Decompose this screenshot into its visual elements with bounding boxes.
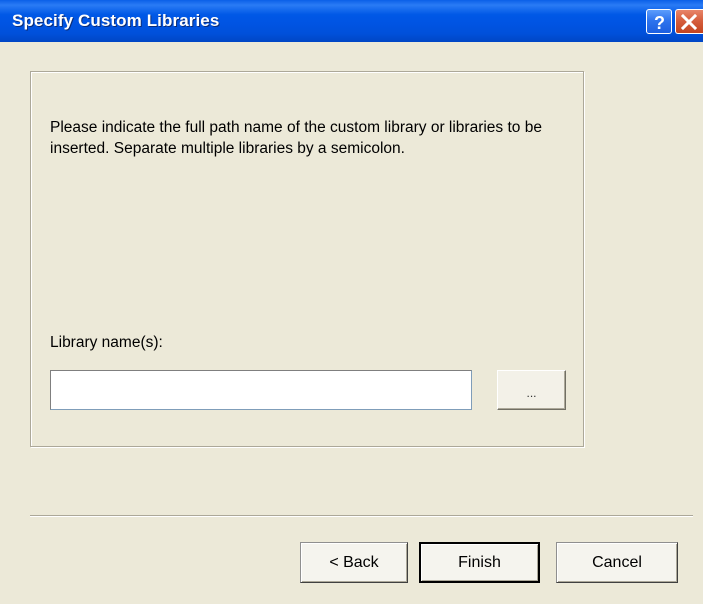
dialog-window: Specify Custom Libraries ? Please indica… <box>0 0 703 604</box>
footer-separator <box>30 515 693 517</box>
title-bar[interactable]: Specify Custom Libraries ? <box>0 0 703 42</box>
close-icon <box>680 13 698 31</box>
window-title: Specify Custom Libraries <box>12 11 220 30</box>
library-name-input[interactable] <box>50 370 472 410</box>
help-glyph: ? <box>654 13 665 33</box>
close-button[interactable] <box>675 9 703 34</box>
library-name-label: Library name(s): <box>50 334 163 351</box>
back-button[interactable]: < Back <box>300 542 408 583</box>
cancel-button[interactable]: Cancel <box>556 542 678 583</box>
help-button[interactable]: ? <box>646 9 672 34</box>
finish-button[interactable]: Finish <box>419 542 540 583</box>
instructions-text: Please indicate the full path name of th… <box>50 119 542 157</box>
browse-button[interactable]: ... <box>497 370 566 410</box>
help-icon: ? <box>654 13 665 33</box>
